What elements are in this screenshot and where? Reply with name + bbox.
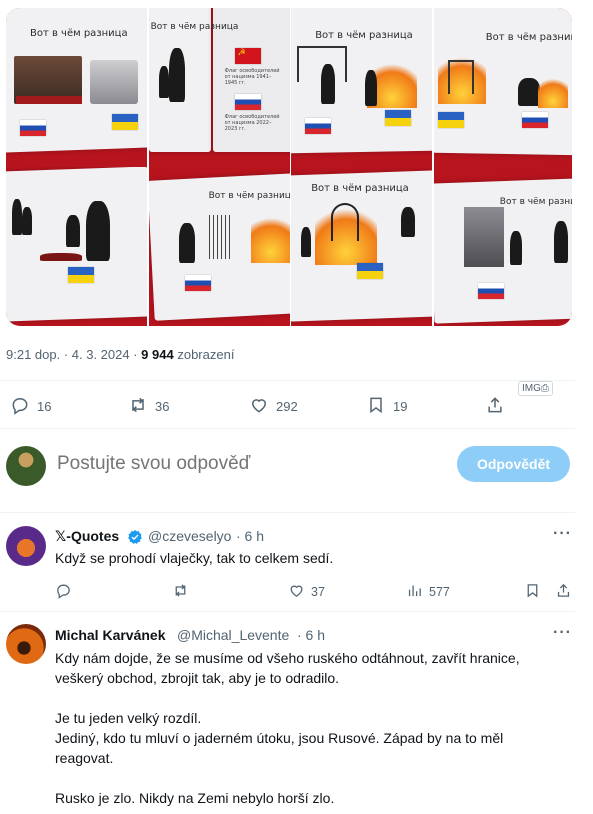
reply-author-handle[interactable]: @czeveselyo <box>148 528 231 544</box>
reply-author-handle[interactable]: @Michal_Levente <box>177 627 289 643</box>
meta-separator: · <box>129 347 142 362</box>
views-count: 9 944 <box>141 347 174 362</box>
post-image-6[interactable]: Вот в чём разница <box>148 167 290 326</box>
reply-button[interactable]: 16 <box>10 395 51 418</box>
share-icon <box>555 582 572 602</box>
page-title-text: Вот в чём разница <box>208 191 290 201</box>
russian-flag <box>234 94 261 110</box>
current-user-avatar[interactable] <box>6 446 46 486</box>
ukrainian-flag <box>385 110 412 126</box>
divider <box>0 512 575 513</box>
reply-time[interactable]: · 6 h <box>297 627 325 643</box>
reply-count: 16 <box>37 399 52 414</box>
repost-icon <box>172 582 189 602</box>
reply-paragraph: Je tu jeden velký rozdíl. Jediný, kdo tu… <box>55 710 504 766</box>
divider <box>0 611 575 612</box>
share-icon <box>485 395 505 418</box>
verified-icon <box>128 530 142 544</box>
post-image-grid[interactable]: Вот в чём разница Вот в чём разница Флаг… <box>6 8 572 326</box>
reply-text: Když se prohodí vlaječky, tak to celkem … <box>55 550 334 566</box>
post-image-3[interactable]: Вот в чём разница <box>291 8 433 167</box>
soviet-flag <box>234 47 261 64</box>
post-timestamp[interactable]: 9:21 dop. · 4. 3. 2024 <box>6 347 130 362</box>
bookmark-button[interactable]: 19 <box>366 395 407 418</box>
russian-flag <box>305 118 332 134</box>
img-badge[interactable]: IMG⎙ <box>518 381 553 396</box>
reply-icon <box>55 582 72 602</box>
reply-avatar[interactable] <box>6 624 46 664</box>
reply-paragraph: Rusko je zlo. Nikdy na Zemi nebylo horší… <box>55 790 335 806</box>
reply-author-name[interactable]: Michal Karvánek <box>55 627 166 643</box>
russian-flag <box>521 112 548 128</box>
post-image-2[interactable]: Вот в чём разница Флаг освободителей от … <box>148 8 290 167</box>
ukrainian-flag <box>437 112 464 128</box>
more-icon[interactable]: ··· <box>553 624 572 642</box>
ukrainian-flag <box>357 263 384 279</box>
ukrainian-flag <box>112 114 138 130</box>
bookmark-count: 19 <box>393 399 408 414</box>
like-icon <box>249 395 269 418</box>
reply-reply-button[interactable] <box>55 582 72 602</box>
reply-time[interactable]: · 6 h <box>236 528 264 544</box>
bookmark-icon <box>366 395 386 418</box>
ukrainian-flag <box>68 267 94 283</box>
flag-caption-2: Флаг освободителей от нацизма 2022–2023 … <box>224 114 280 132</box>
divider <box>0 428 575 429</box>
post-meta: 9:21 dop. · 4. 3. 2024 · 9 944 zobrazení <box>6 347 234 362</box>
page-title-text: Вот в чём разница <box>485 32 572 43</box>
like-count: 292 <box>276 399 298 414</box>
reply-author-name[interactable]: 𝕏-Quotes <box>55 528 119 545</box>
post-image-8[interactable]: Вот в чём разница <box>433 167 572 326</box>
bookmark-icon <box>524 582 541 602</box>
reply-views-button[interactable]: 577 <box>406 582 450 602</box>
reply-avatar[interactable] <box>6 526 46 566</box>
repost-icon <box>128 395 148 418</box>
page-title-text: Вот в чём разница <box>311 183 409 194</box>
russian-flag <box>184 275 211 291</box>
reply-share-button[interactable] <box>555 582 572 602</box>
reply-paragraph: Kdy nám dojde, že se musíme od všeho rus… <box>55 650 520 686</box>
reply-bookmark-button[interactable] <box>524 582 541 602</box>
repost-button[interactable]: 36 <box>128 395 169 418</box>
reply-repost-button[interactable] <box>172 582 189 602</box>
russian-flag <box>20 120 46 136</box>
repost-count: 36 <box>155 399 170 414</box>
post-image-7[interactable]: Вот в чём разница <box>291 167 433 326</box>
post-image-1[interactable]: Вот в чём разница <box>6 8 147 167</box>
page-title-text: Вот в чём разница <box>499 197 572 207</box>
share-button[interactable] <box>485 395 505 418</box>
reply-views-count: 577 <box>429 585 450 599</box>
submit-reply-button[interactable]: Odpovědět <box>457 446 570 482</box>
reply-like-count: 37 <box>311 585 325 599</box>
views-label: zobrazení <box>177 347 235 362</box>
reply-icon <box>10 395 30 418</box>
more-icon[interactable]: ··· <box>553 525 572 543</box>
page-title-text: Вот в чём разница <box>150 22 239 32</box>
page-title-text: Вот в чём разница <box>30 28 128 39</box>
post-image-4[interactable]: Вот в чём разница <box>433 8 572 167</box>
russian-flag <box>477 283 504 299</box>
views-icon <box>406 582 423 602</box>
divider <box>0 380 575 381</box>
reply-text: Kdy nám dojde, že se musíme od všeho rus… <box>55 648 565 808</box>
reply-like-button[interactable]: 37 <box>288 582 325 602</box>
post-image-5[interactable] <box>6 167 147 326</box>
like-button[interactable]: 292 <box>249 395 298 418</box>
page-title-text: Вот в чём разница <box>315 30 413 41</box>
like-icon <box>288 582 305 602</box>
flag-caption-1: Флаг освободителей от нацизма 1941–1945 … <box>224 68 280 86</box>
reply-input[interactable] <box>57 453 437 475</box>
